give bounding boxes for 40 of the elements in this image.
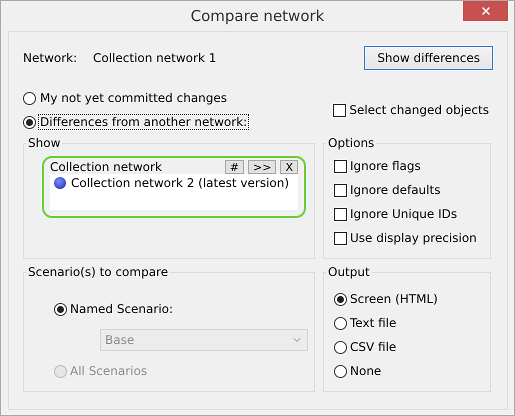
checkbox[interactable]: Use display precision (334, 228, 486, 248)
radio-icon[interactable] (334, 364, 347, 378)
group-title: Output (327, 265, 371, 279)
radio-button[interactable]: None (334, 361, 486, 381)
ball-icon (54, 177, 66, 189)
radio-button[interactable]: Screen (HTML) (334, 289, 486, 309)
window-title: Compare network (190, 7, 324, 25)
radio-button[interactable]: Differences from another network: (23, 112, 334, 132)
list-action-button[interactable]: # (224, 160, 244, 174)
checkbox-icon[interactable] (334, 160, 347, 172)
radio-icon[interactable] (54, 302, 67, 316)
radio-icon[interactable] (334, 340, 347, 354)
close-icon (480, 5, 492, 17)
radio-button[interactable]: Named Scenario: (54, 299, 310, 319)
show-differences-button[interactable]: Show differences (364, 46, 493, 70)
network-label: Network: (23, 51, 78, 65)
checkbox[interactable]: Select changed objects (333, 100, 489, 120)
list-action-button[interactable]: X (280, 160, 298, 174)
group-title: Scenario(s) to compare (27, 265, 170, 279)
close-button[interactable] (463, 1, 508, 21)
checkbox-icon[interactable] (334, 232, 347, 244)
radio-icon[interactable] (23, 92, 36, 104)
radio-icon[interactable] (334, 292, 347, 306)
list-action-button[interactable]: >> (248, 160, 276, 174)
radio-button[interactable]: Text file (334, 313, 486, 333)
checkbox[interactable]: Ignore Unique IDs (334, 204, 486, 224)
list-item[interactable]: Collection network 2 (latest version) (54, 176, 294, 190)
radio-icon[interactable] (334, 316, 347, 330)
checkbox-icon[interactable] (333, 104, 346, 116)
network-name: Collection network 1 (93, 51, 216, 65)
radio-button[interactable]: CSV file (334, 337, 486, 357)
checkbox-icon[interactable] (334, 184, 347, 196)
checkbox[interactable]: Ignore flags (334, 156, 486, 176)
radio-icon[interactable] (23, 116, 36, 128)
radio-button[interactable]: My not yet committed changes (23, 88, 334, 108)
list-title: Collection network (50, 160, 163, 174)
group-title: Show (27, 136, 62, 150)
checkbox-icon[interactable] (334, 208, 347, 220)
group-title: Options (327, 136, 376, 150)
checkbox[interactable]: Ignore defaults (334, 180, 486, 200)
